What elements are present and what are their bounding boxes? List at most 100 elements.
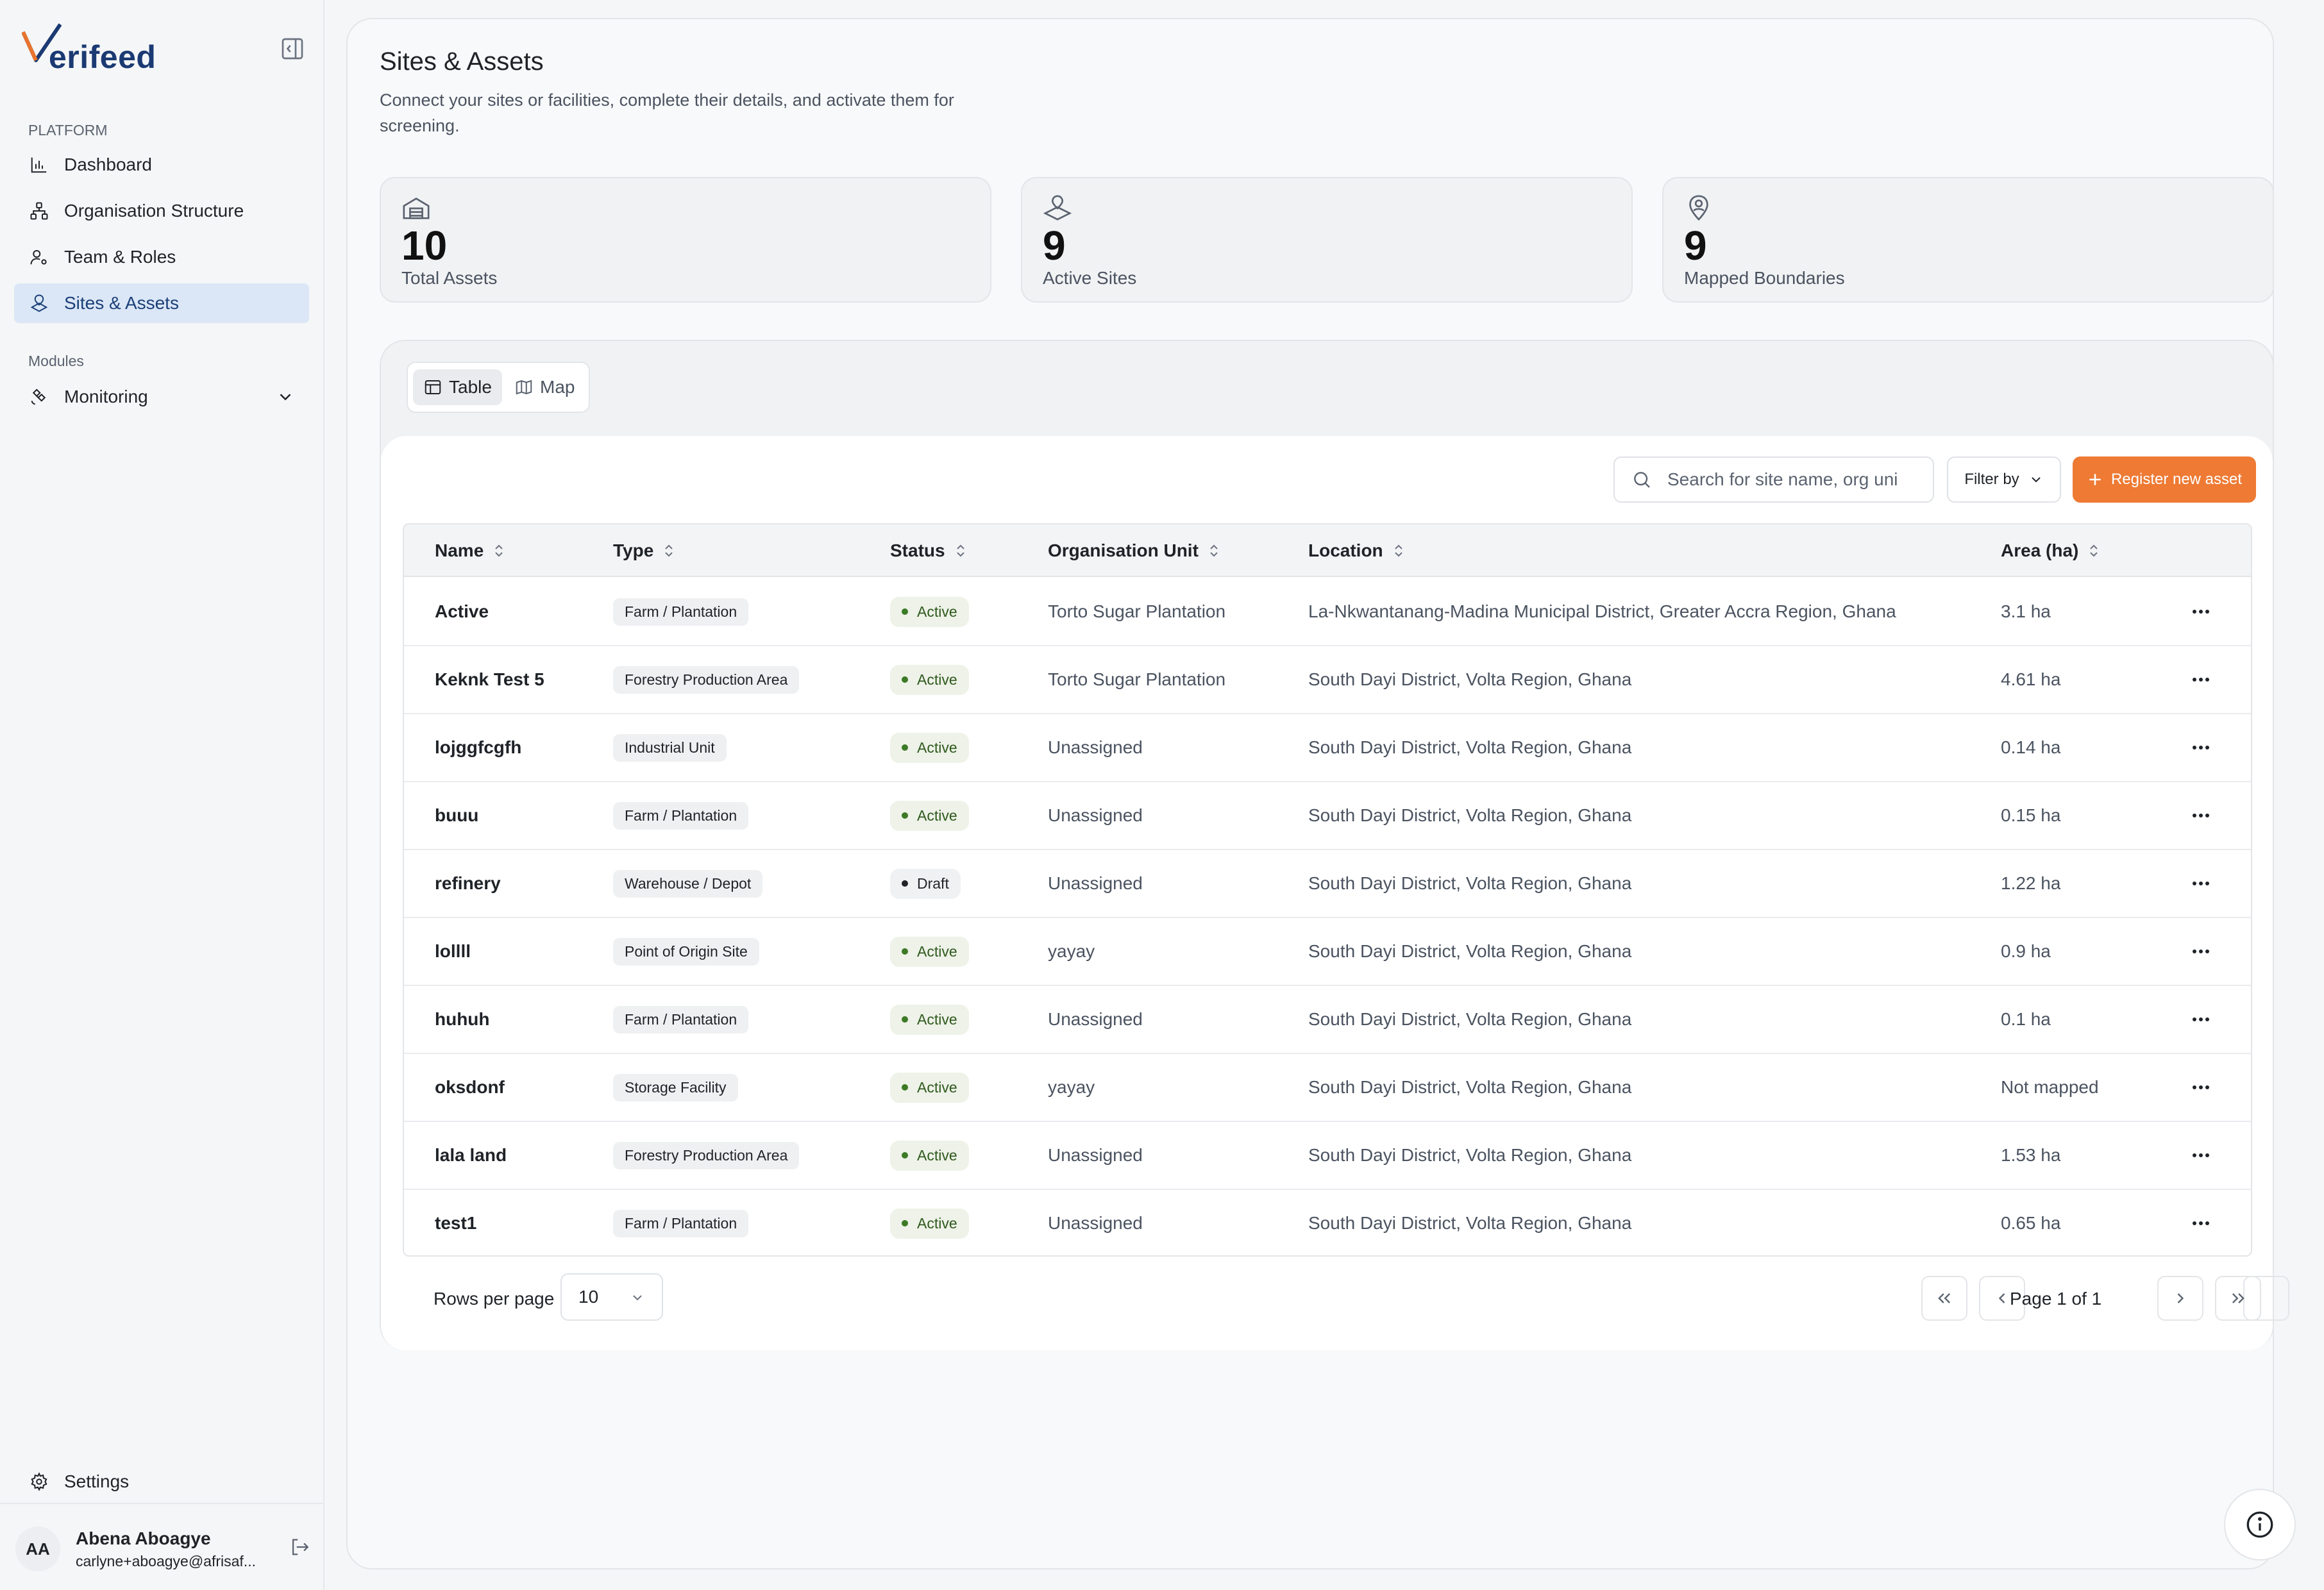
type-badge: Point of Origin Site	[613, 937, 759, 966]
cell-name[interactable]: Active	[435, 578, 489, 645]
sidebar-item-label: Sites & Assets	[64, 293, 179, 313]
sidebar-item-label: Monitoring	[64, 387, 148, 406]
cell-name[interactable]: refinery	[435, 850, 501, 917]
cell-name[interactable]: oksdonf	[435, 1054, 505, 1121]
cell-name[interactable]: buuu	[435, 782, 478, 849]
sidebar-item-label: Settings	[64, 1471, 130, 1491]
row-actions-button[interactable]	[2188, 874, 2214, 892]
column-header-location[interactable]: Location	[1308, 524, 1405, 577]
status-dot-icon	[902, 1016, 908, 1023]
row-actions-button[interactable]	[2188, 671, 2214, 689]
sidebar-item-organisation-structure[interactable]: Organisation Structure	[14, 191, 309, 231]
row-actions-button[interactable]	[2188, 603, 2214, 621]
stat-card-total-assets: 10 Total Assets	[380, 177, 991, 303]
cell-name[interactable]: lojggfcgfh	[435, 714, 521, 781]
column-header-status[interactable]: Status	[890, 524, 967, 577]
cell-location: South Dayi District, Volta Region, Ghana	[1308, 1145, 1632, 1165]
next-page-button[interactable]	[2157, 1276, 2203, 1321]
cell-status: Active	[890, 1190, 969, 1255]
table-row[interactable]: refinery Warehouse / Depot Draft Unassigned…	[404, 850, 2251, 918]
sidebar-item-dashboard[interactable]: Dashboard	[14, 145, 309, 185]
table-row[interactable]: lojggfcgfh Industrial Unit Active Unassigne…	[404, 714, 2251, 782]
tab-table[interactable]: Table	[413, 369, 502, 405]
cell-name[interactable]: huhuh	[435, 986, 490, 1053]
first-page-button[interactable]	[1921, 1276, 1967, 1321]
status-badge: Active	[890, 596, 969, 627]
tab-map[interactable]: Map	[504, 369, 585, 405]
search-input[interactable]	[1667, 469, 1917, 490]
rows-per-page-select[interactable]: 10	[560, 1273, 663, 1321]
cell-name[interactable]: Keknk Test 5	[435, 646, 544, 713]
search-icon	[1631, 469, 1652, 490]
user-profile[interactable]: AA Abena Aboagye carlyne+aboagye@afrisaf…	[15, 1523, 310, 1575]
cell-area: 0.1 ha	[2001, 1009, 2051, 1029]
status-dot-icon	[902, 1084, 908, 1091]
cell-status: Active	[890, 1122, 969, 1189]
more-horizontal-icon	[2193, 950, 2209, 953]
cell-type: Point of Origin Site	[613, 918, 759, 985]
logo[interactable]: erifeed	[22, 23, 156, 75]
row-actions-button[interactable]	[2188, 1214, 2214, 1232]
user-cog-icon	[28, 246, 50, 268]
avatar: AA	[15, 1527, 60, 1571]
search-box[interactable]	[1613, 456, 1934, 503]
page-indicator: Page 1 of 1	[2010, 1289, 2102, 1309]
row-actions-button[interactable]	[2188, 942, 2214, 960]
register-new-asset-button[interactable]: Register new asset	[2073, 456, 2256, 503]
sidebar-item-monitoring[interactable]: Monitoring	[14, 377, 309, 417]
status-badge: Active	[890, 1140, 969, 1171]
stat-label: Mapped Boundaries	[1684, 268, 1845, 288]
sort-icon	[1208, 543, 1220, 558]
row-actions-button[interactable]	[2188, 1078, 2214, 1096]
sidebar-item-team-roles[interactable]: Team & Roles	[14, 237, 309, 277]
table-row[interactable]: Keknk Test 5 Forestry Production Area Acti…	[404, 646, 2251, 714]
assets-table: Name Type Status Organisation Unit Locat…	[403, 523, 2252, 1257]
table-row[interactable]: lollll Point of Origin Site Active yayay Sou…	[404, 918, 2251, 986]
cell-location: South Dayi District, Volta Region, Ghana	[1308, 669, 1632, 689]
cell-organisation-unit: yayay	[1048, 941, 1095, 961]
logo-text: erifeed	[49, 39, 156, 75]
row-actions-button[interactable]	[2188, 1146, 2214, 1164]
status-dot-icon	[902, 1152, 908, 1159]
bar-chart-icon	[28, 154, 50, 176]
column-header-type[interactable]: Type	[613, 524, 675, 577]
cell-organisation-unit: Unassigned	[1048, 737, 1143, 757]
last-page-button[interactable]	[2215, 1276, 2261, 1321]
table-row[interactable]: lala land Forestry Production Area Active U…	[404, 1122, 2251, 1190]
register-new-asset-label: Register new asset	[2110, 471, 2243, 488]
column-header-organisation-unit[interactable]: Organisation Unit	[1048, 524, 1220, 577]
sidebar-item-label: Team & Roles	[64, 247, 176, 267]
collapse-sidebar-button[interactable]	[280, 36, 305, 62]
status-dot-icon	[902, 948, 908, 955]
row-actions-button[interactable]	[2188, 807, 2214, 824]
logout-icon[interactable]	[289, 1536, 310, 1561]
cell-type: Forestry Production Area	[613, 646, 800, 713]
table-row[interactable]: huhuh Farm / Plantation Active Unassigned So…	[404, 986, 2251, 1054]
cell-area: 0.65 ha	[2001, 1213, 2061, 1233]
table-row[interactable]: Active Farm / Plantation Active Torto Sugar…	[404, 578, 2251, 646]
cell-name[interactable]: test1	[435, 1190, 476, 1255]
help-button[interactable]	[2224, 1489, 2296, 1561]
gear-icon	[28, 1471, 50, 1493]
more-horizontal-icon	[2193, 610, 2209, 614]
sidebar-item-settings[interactable]: Settings	[14, 1462, 309, 1502]
column-header-name[interactable]: Name	[435, 524, 505, 577]
cell-name[interactable]: lollll	[435, 918, 471, 985]
stat-label: Total Assets	[401, 268, 498, 288]
row-actions-button[interactable]	[2188, 1010, 2214, 1028]
chevron-left-icon	[1998, 1293, 2005, 1303]
cell-name[interactable]: lala land	[435, 1122, 507, 1189]
column-header-area[interactable]: Area (ha)	[2001, 524, 2100, 577]
row-actions-button[interactable]	[2188, 739, 2214, 757]
table-row[interactable]: buuu Farm / Plantation Active Unassigned Sou…	[404, 782, 2251, 850]
sidebar-item-sites-assets[interactable]: Sites & Assets	[14, 283, 309, 323]
status-badge: Active	[890, 1208, 969, 1239]
assets-card: Table Map Filter by	[380, 340, 2289, 1350]
type-badge: Farm / Plantation	[613, 598, 749, 626]
cell-status: Active	[890, 782, 969, 849]
table-row[interactable]: oksdonf Storage Facility Active yayay South …	[404, 1054, 2251, 1122]
cell-area: 3.1 ha	[2001, 601, 2051, 621]
table-row[interactable]: test1 Farm / Plantation Active Unassigned So…	[404, 1190, 2251, 1255]
filter-by-button[interactable]: Filter by	[1947, 456, 2061, 503]
status-dot-icon	[902, 880, 908, 887]
